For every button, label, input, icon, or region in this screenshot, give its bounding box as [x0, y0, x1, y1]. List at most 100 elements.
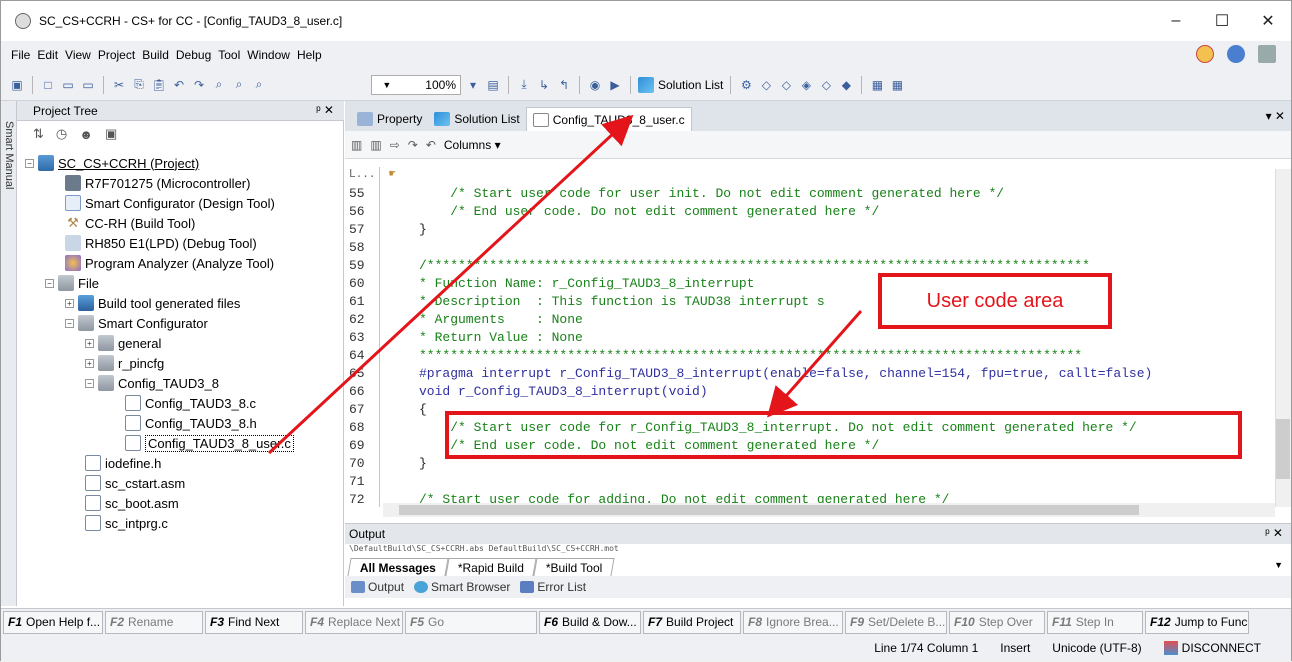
smart-manual-tab[interactable]: Smart Manual: [1, 101, 17, 606]
tree-item-analyze-tool[interactable]: Program Analyzer (Analyze Tool): [65, 253, 274, 273]
window-icon[interactable]: ▣: [9, 77, 25, 93]
comment-icon[interactable]: ▭: [60, 77, 76, 93]
tree-item-build-tool[interactable]: ⚒ CC-RH (Build Tool): [65, 213, 195, 233]
f11-button[interactable]: F11 Step In: [1047, 610, 1143, 634]
menu-build[interactable]: Build: [142, 48, 169, 62]
tree-item-r-pincfg[interactable]: + r_pincfg: [85, 353, 164, 373]
new-icon[interactable]: □: [40, 77, 56, 93]
minimize-button[interactable]: –: [1153, 1, 1199, 41]
menu-file[interactable]: File: [11, 48, 30, 62]
f12-button[interactable]: F12Jump to Func...: [1145, 610, 1249, 634]
copy-icon[interactable]: ⎘: [131, 77, 147, 93]
globe-icon[interactable]: [1227, 45, 1245, 63]
tool3-icon[interactable]: ◇: [778, 77, 794, 93]
tool4-icon[interactable]: ◈: [798, 77, 814, 93]
find-replace-icon[interactable]: ⌕: [231, 77, 247, 93]
download-icon[interactable]: ⤓: [516, 77, 532, 93]
f2-button[interactable]: F2 Rename: [105, 610, 203, 634]
tool5-icon[interactable]: ◇: [818, 77, 834, 93]
menu-debug[interactable]: Debug: [176, 48, 211, 62]
printer-icon[interactable]: [1258, 45, 1276, 63]
tree-item-config-user-c[interactable]: Config_TAUD3_8_user.c: [125, 433, 294, 453]
tree-item-iodefine[interactable]: iodefine.h: [85, 453, 161, 473]
menu-edit[interactable]: Edit: [37, 48, 58, 62]
stop-icon[interactable]: ◉: [587, 77, 603, 93]
step-icon[interactable]: ↳: [536, 77, 552, 93]
f10-button[interactable]: F10 Step Over: [949, 610, 1045, 634]
maximize-button[interactable]: ☐: [1199, 1, 1245, 41]
bookmark2-icon[interactable]: ▥: [370, 138, 381, 152]
cut-icon[interactable]: ✂: [111, 77, 127, 93]
tool8-icon[interactable]: ▦: [889, 77, 905, 93]
f5-button[interactable]: F5 Go: [405, 610, 537, 634]
editor-horizontal-scrollbar[interactable]: [383, 503, 1275, 517]
tool7-icon[interactable]: ▦: [869, 77, 885, 93]
code-editor[interactable]: L... ☛ 55 56 57 58 59 60 61 62 63 64 65 …: [345, 159, 1291, 521]
smiley-icon[interactable]: [1196, 45, 1214, 63]
tab-smart-browser[interactable]: Smart Browser: [414, 580, 510, 594]
menu-window[interactable]: Window: [247, 48, 290, 62]
f8-button[interactable]: F8 Ignore Brea...: [743, 610, 843, 634]
tab-error-list[interactable]: Error List: [520, 580, 586, 594]
clock-icon[interactable]: ◷: [56, 126, 67, 142]
tree-item-file[interactable]: − File: [45, 273, 99, 293]
build-icon[interactable]: ▤: [485, 77, 501, 93]
play-icon[interactable]: ▶: [607, 77, 623, 93]
tool6-icon[interactable]: ◆: [838, 77, 854, 93]
menu-help[interactable]: Help: [297, 48, 322, 62]
find-icon[interactable]: ⌕: [211, 77, 227, 93]
refresh-icon[interactable]: ▣: [105, 126, 117, 142]
sort-icon[interactable]: ⇅: [33, 126, 44, 142]
f6-button[interactable]: F6 Build & Dow...: [539, 610, 641, 634]
user-icon[interactable]: ☻: [79, 127, 93, 142]
f9-button[interactable]: F9 Set/Delete B...: [845, 610, 947, 634]
columns-dropdown[interactable]: Columns ▾: [444, 138, 501, 152]
forward-icon[interactable]: ↷: [408, 138, 418, 152]
editor-vertical-scrollbar[interactable]: [1275, 169, 1291, 507]
tool2-icon[interactable]: ◇: [758, 77, 774, 93]
back-icon[interactable]: ↶: [426, 138, 436, 152]
tool1-icon[interactable]: ⚙: [738, 77, 754, 93]
tab-rapid-build[interactable]: *Rapid Build: [445, 558, 537, 576]
tree-item-config-taud3-8[interactable]: − Config_TAUD3_8: [85, 373, 219, 393]
menu-view[interactable]: View: [65, 48, 91, 62]
tab-property[interactable]: Property: [351, 107, 428, 131]
f4-button[interactable]: F4 Replace Next: [305, 610, 403, 634]
tree-item-build-tool-files[interactable]: + Build tool generated files: [65, 293, 240, 313]
tree-item-microcontroller[interactable]: R7F701275 (Microcontroller): [65, 173, 250, 193]
tab-build-tool[interactable]: *Build Tool: [533, 558, 616, 576]
return-icon[interactable]: ↰: [556, 77, 572, 93]
tree-item-smart-configurator[interactable]: − Smart Configurator: [65, 313, 208, 333]
output-pin-close-icon[interactable]: ᵖ ✕: [1265, 526, 1283, 540]
tree-item-sc-cstart[interactable]: sc_cstart.asm: [85, 473, 185, 493]
output-dropdown-icon[interactable]: ▼: [1274, 560, 1283, 570]
paste-icon[interactable]: 📋︎: [151, 77, 167, 93]
jump-icon[interactable]: ⇨: [390, 138, 400, 152]
tree-item-general[interactable]: + general: [85, 333, 161, 353]
zoom-select[interactable]: ▼ 100%: [371, 74, 461, 95]
tree-item-debug-tool[interactable]: RH850 E1(LPD) (Debug Tool): [65, 233, 257, 253]
undo-icon[interactable]: ↶: [171, 77, 187, 93]
redo-icon[interactable]: ↷: [191, 77, 207, 93]
tree-item-project[interactable]: − SC_CS+CCRH (Project): [25, 153, 199, 173]
find-next-icon[interactable]: ⌕: [251, 77, 267, 93]
pin-close-icon[interactable]: ᵖ ✕: [316, 103, 334, 117]
f1-button[interactable]: F1 Open Help f...: [3, 610, 103, 634]
zoom-dropdown-icon[interactable]: ▾: [465, 77, 481, 93]
tree-item-config-c[interactable]: Config_TAUD3_8.c: [125, 393, 256, 413]
menu-tool[interactable]: Tool: [218, 48, 240, 62]
tree-item-sc-boot[interactable]: sc_boot.asm: [85, 493, 179, 513]
tree-item-sc-intprg[interactable]: sc_intprg.c: [85, 513, 168, 533]
solution-list-button[interactable]: Solution List: [638, 76, 723, 93]
doc-menu-close-icon[interactable]: ▾ ✕: [1266, 109, 1285, 123]
tree-item-config-h[interactable]: Config_TAUD3_8.h: [125, 413, 257, 433]
f3-button[interactable]: F3 Find Next: [205, 610, 303, 634]
tab-solution-list[interactable]: Solution List: [428, 107, 525, 131]
tab-output[interactable]: Output: [351, 580, 404, 594]
tab-all-messages[interactable]: All Messages: [347, 558, 449, 576]
comment2-icon[interactable]: ▭: [80, 77, 96, 93]
menu-project[interactable]: Project: [98, 48, 135, 62]
tree-item-smart-configurator-tool[interactable]: Smart Configurator (Design Tool): [65, 193, 275, 213]
bookmark-icon[interactable]: ▥: [351, 138, 362, 152]
tab-config-user-c[interactable]: Config_TAUD3_8_user.c: [525, 107, 692, 131]
